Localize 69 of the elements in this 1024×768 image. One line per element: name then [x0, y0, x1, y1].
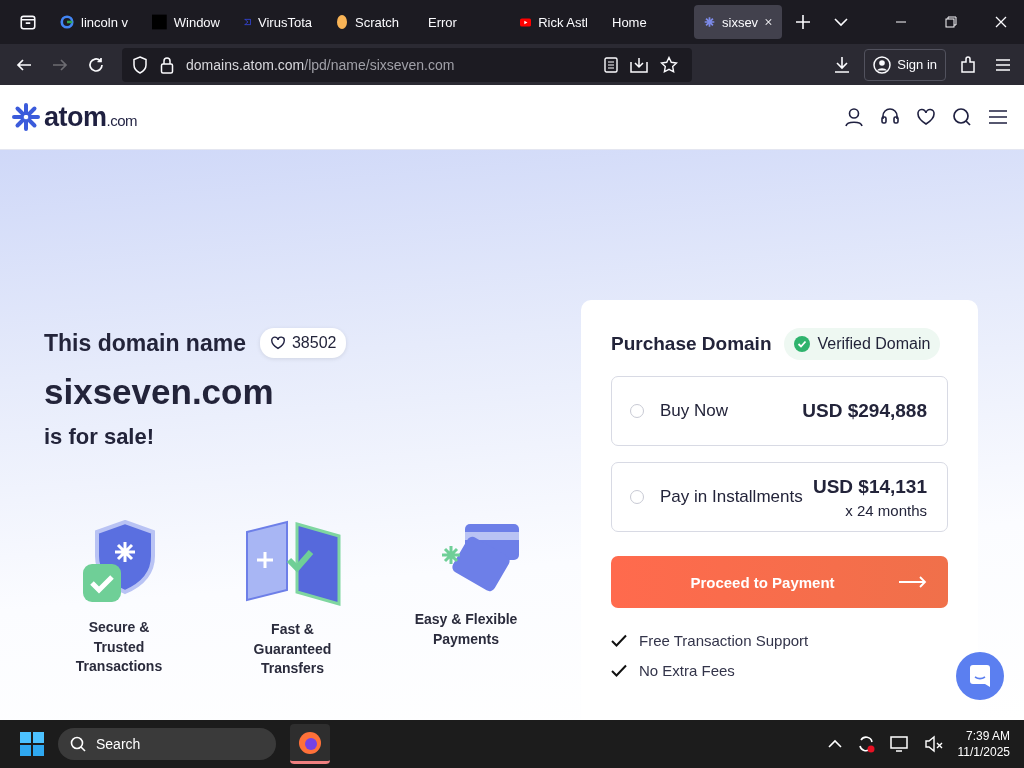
windows-start-icon[interactable]	[20, 732, 44, 756]
lock-icon	[160, 55, 174, 74]
speaker-muted-icon[interactable]	[923, 735, 944, 753]
atom-logo-icon[interactable]	[12, 103, 40, 131]
verified-badge: Verified Domain	[783, 328, 941, 360]
feature-label: Fast & Guaranteed Transfers	[252, 620, 333, 679]
search-icon[interactable]	[952, 107, 972, 127]
payment-option[interactable]: Pay in Installments USD $14,131 x 24 months	[611, 462, 948, 532]
perk-text: Free Transaction Support	[639, 632, 809, 649]
headset-icon[interactable]	[880, 107, 900, 127]
browser-tab[interactable]: sixsev	[694, 5, 782, 39]
like-count-button[interactable]: 38502	[259, 328, 347, 358]
option-price: USD $294,888	[802, 400, 927, 422]
payment-option[interactable]: Buy Now USD $294,888	[611, 376, 948, 446]
browser-tab[interactable]: lincoln v	[50, 5, 138, 39]
extensions-icon[interactable]	[959, 55, 977, 74]
browser-tab[interactable]: Rick Astl	[510, 5, 598, 39]
menu-icon[interactable]	[988, 109, 1008, 125]
installment-term: x 24 months	[845, 501, 927, 519]
checkmark-icon	[611, 664, 627, 677]
account-icon[interactable]	[844, 107, 864, 127]
taskbar-search-field[interactable]: Search	[58, 728, 276, 760]
browser-tab[interactable]: Error	[418, 5, 506, 39]
clock-time[interactable]: 7:39 AM	[965, 729, 1010, 743]
bookmark-star-icon[interactable]	[660, 55, 678, 74]
shield-icon	[132, 55, 148, 74]
browser-tab[interactable]: Home	[602, 5, 690, 39]
feature-label: Easy & Flexible Payments	[413, 610, 519, 649]
save-page-icon[interactable]	[630, 56, 648, 73]
play-icon	[520, 15, 532, 29]
arrow-right-icon	[898, 576, 927, 588]
heading-text: This domain name	[44, 329, 246, 357]
browser-tab[interactable]: VirusTota	[234, 5, 322, 39]
new-tab-icon[interactable]	[795, 14, 811, 30]
chat-bubble-icon	[969, 664, 991, 688]
option-label: Buy Now	[660, 401, 729, 421]
heart-icon	[269, 336, 286, 350]
for-sale-text: is for sale!	[44, 424, 156, 450]
address-bar[interactable]: domains.atom.com/lpd/name/sixseven.com	[122, 47, 692, 82]
domain-name: sixseven.com	[44, 372, 275, 412]
monitor-icon[interactable]	[889, 735, 910, 753]
chat-button[interactable]	[956, 652, 1004, 700]
feature-label: Secure & Trusted Transactions	[74, 618, 164, 677]
option-label: Pay in Installments	[660, 487, 803, 507]
star-logo-icon	[704, 14, 715, 30]
close-tab-icon[interactable]	[765, 17, 772, 27]
search-icon	[70, 736, 86, 752]
reader-view-icon[interactable]	[604, 56, 618, 73]
checkmark-icon	[611, 634, 627, 647]
reload-icon[interactable]	[87, 55, 105, 74]
dark-square-icon	[152, 14, 167, 30]
restore-icon[interactable]	[945, 16, 957, 28]
sign-in-button[interactable]: Sign in	[864, 48, 946, 81]
perk-text: No Extra Fees	[639, 662, 735, 679]
account-icon	[873, 55, 892, 74]
download-icon[interactable]	[833, 55, 852, 74]
check-badge-icon	[793, 336, 810, 352]
close-icon[interactable]	[995, 16, 1007, 28]
clock-date[interactable]: 11/1/2025	[957, 745, 1010, 759]
browser-tab[interactable]: Window	[142, 5, 230, 39]
taskbar-app-button[interactable]	[290, 724, 330, 764]
logo-wordmark[interactable]: atom.com	[44, 101, 138, 133]
tab-list-icon[interactable]	[19, 13, 37, 31]
option-price: USD $14,131	[812, 475, 927, 498]
heart-icon[interactable]	[916, 108, 936, 126]
chevron-up-icon[interactable]	[827, 739, 842, 749]
purchase-title: Purchase Domain	[611, 333, 772, 355]
browser-tab[interactable]: Scratch	[326, 5, 414, 39]
menu-icon[interactable]	[995, 56, 1011, 73]
